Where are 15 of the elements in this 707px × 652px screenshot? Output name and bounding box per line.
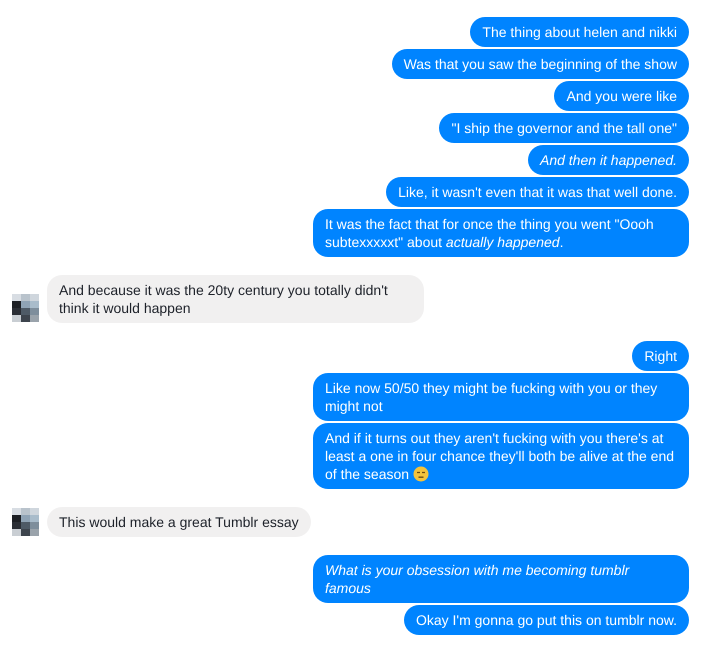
message-bubble: And because it was the 20ty century you totally didn't think it would happen	[47, 275, 424, 323]
message-bubble: Like, it wasn't even that it was that well done.	[386, 177, 689, 207]
message-bubble: What is your obsession with me becoming tumblr famous	[313, 555, 689, 603]
message-bubble: And then it happened.	[528, 145, 689, 175]
message-bubble: Right	[632, 341, 689, 371]
message-bubble: And if it turns out they aren't fucking with you there's at least a one in four chance they'll both be alive at the end of the season	[313, 423, 689, 489]
message-bubble: The thing about helen and nikki	[470, 17, 689, 47]
message-bubble: And you were like	[554, 81, 689, 111]
message-bubble: This would make a great Tumblr essay	[47, 507, 311, 537]
message-bubble: Okay I'm gonna go put this on tumblr now.	[404, 605, 689, 635]
message-bubble: It was the fact that for once the thing you went "Oooh subtexxxxxt" about actually happened.	[313, 209, 689, 257]
message-bubble: Was that you saw the beginning of the show	[392, 49, 689, 79]
message-bubble: "I ship the governor and the tall one"	[439, 113, 689, 143]
message-bubble: Like now 50/50 they might be fucking with you or they might not	[313, 373, 689, 421]
unamused-face-icon	[413, 466, 430, 482]
